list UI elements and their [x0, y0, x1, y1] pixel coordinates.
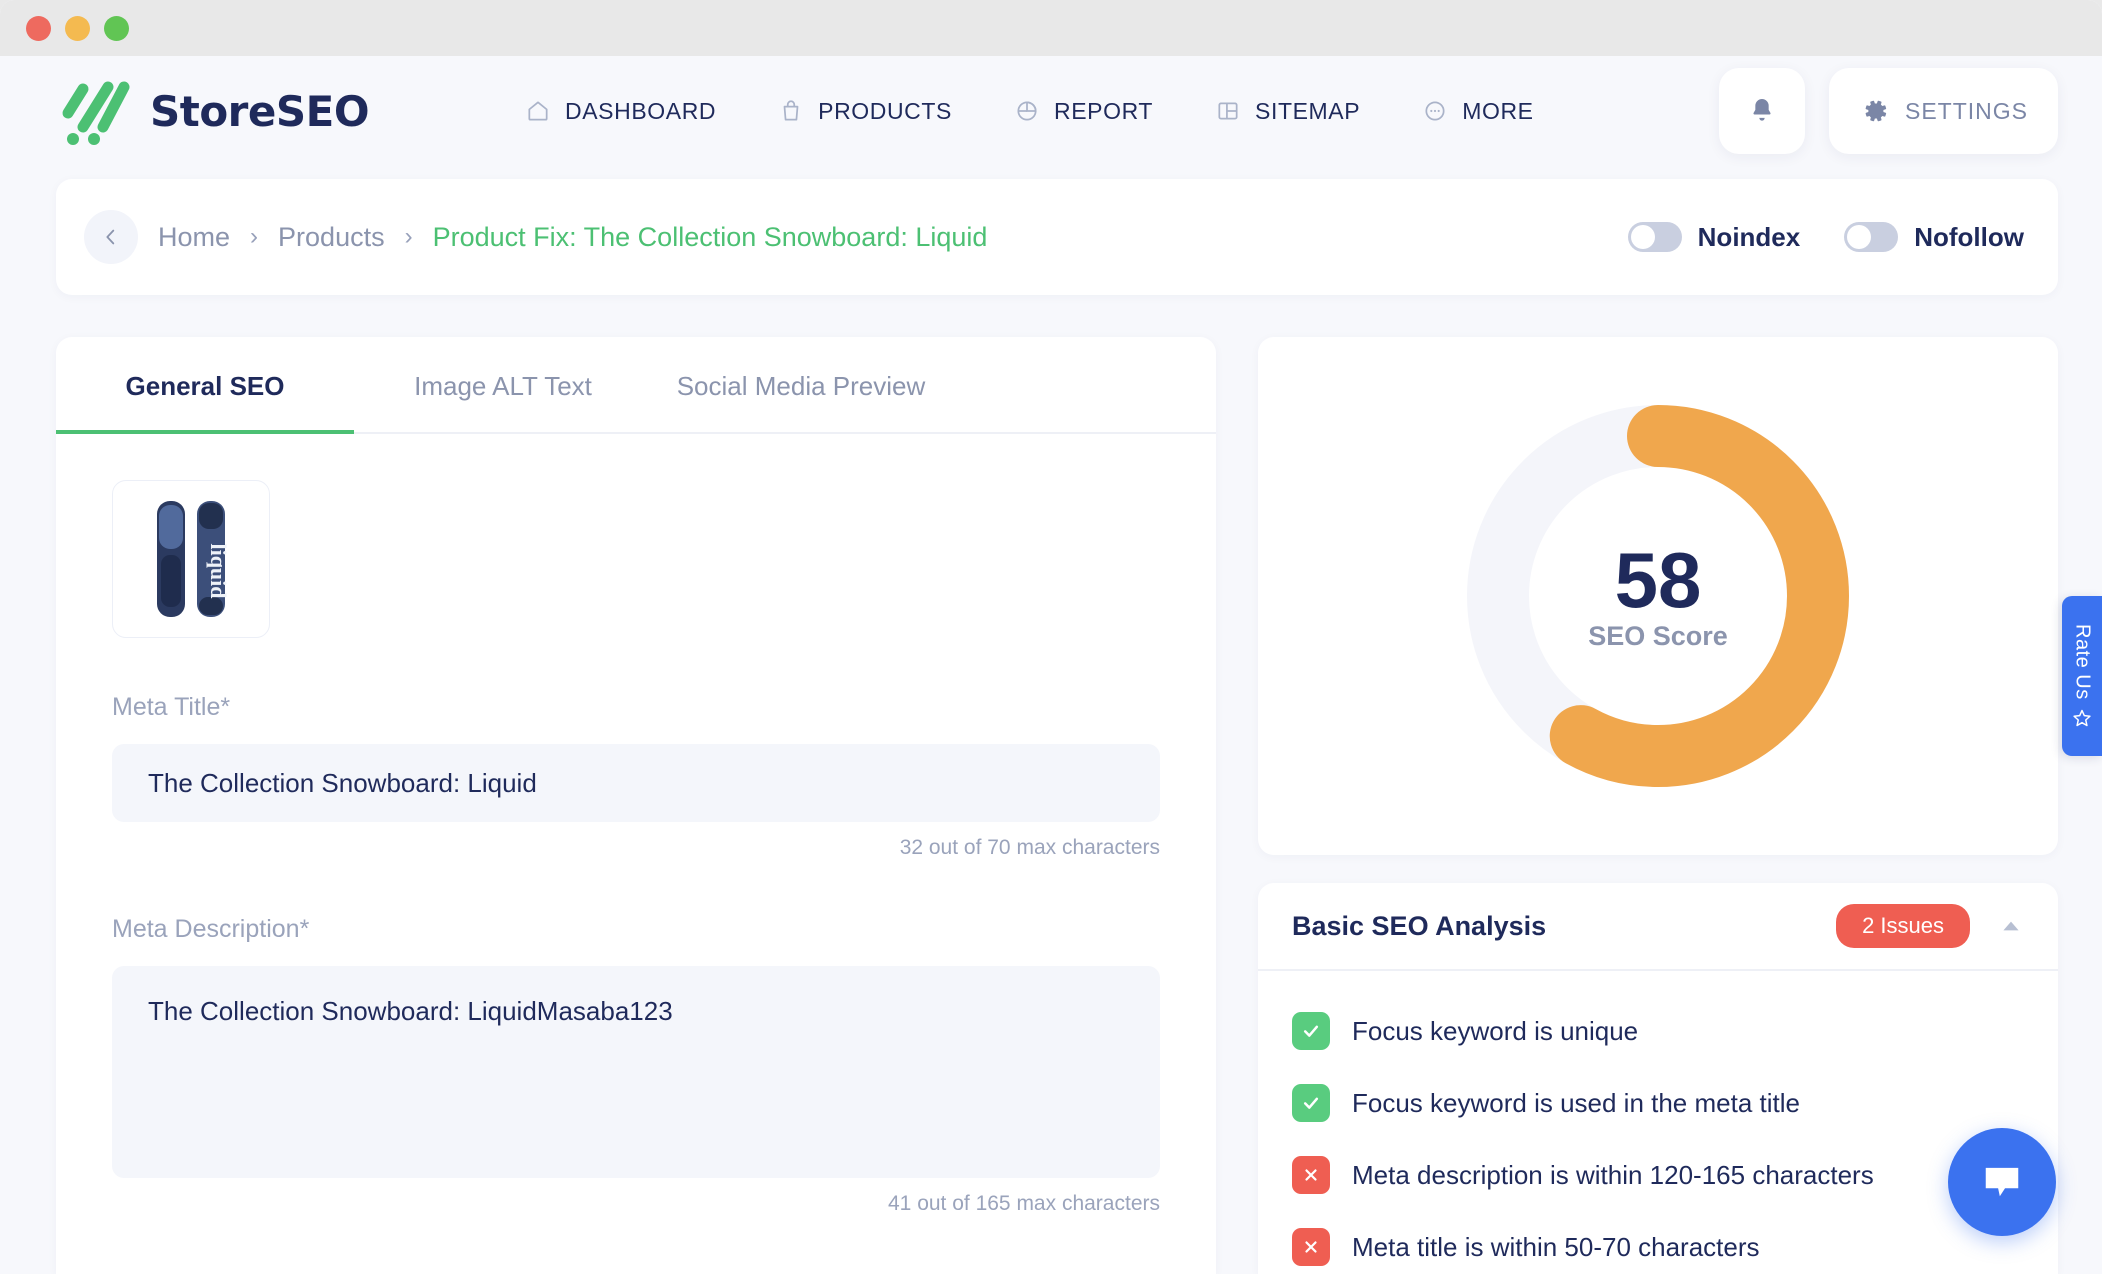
nav-item-report-label: REPORT [1054, 97, 1154, 124]
chat-widget-button[interactable] [1948, 1128, 2056, 1236]
nav-item-products-label: PRODUCTS [818, 97, 952, 124]
chat-bubble-icon [1985, 1167, 2019, 1197]
basic-seo-analysis-header: Basic SEO Analysis 2 Issues [1258, 883, 2058, 972]
tab-general-seo[interactable]: General SEO [56, 337, 354, 434]
analysis-item-label: Meta description is within 120-165 chara… [1352, 1159, 1874, 1190]
nav-item-more[interactable]: MORE [1422, 98, 1533, 125]
seo-score-caption: SEO Score [1588, 620, 1728, 651]
basic-seo-analysis-title: Basic SEO Analysis [1292, 910, 1547, 941]
issues-badge[interactable]: 2 Issues [1836, 904, 1970, 949]
nofollow-label: Nofollow [1914, 221, 2024, 252]
nav-item-products[interactable]: PRODUCTS [778, 98, 952, 125]
settings-button[interactable]: SETTINGS [1828, 68, 2058, 154]
rate-us-label: Rate Us [2071, 624, 2094, 700]
seo-score-gauge: 58 SEO Score [1465, 403, 1851, 789]
chevron-left-icon [106, 229, 115, 245]
noindex-switch-knob [1630, 225, 1655, 249]
product-thumbnail[interactable]: liquid [112, 480, 270, 638]
meta-description-counter: 41 out of 165 max characters [888, 1192, 1160, 1215]
analysis-item: Focus keyword is used in the meta title [1292, 1067, 2024, 1139]
back-button[interactable] [84, 210, 138, 264]
meta-title-input[interactable]: The Collection Snowboard: Liquid [112, 744, 1160, 822]
basic-seo-analysis-card: Basic SEO Analysis 2 Issues Focus keywor… [1258, 883, 2058, 1274]
analysis-item: Meta description is within 120-165 chara… [1292, 1139, 2024, 1211]
main-nav: DASHBOARD PRODUCTS REPORT SITEMAP MORE [525, 98, 1534, 125]
nofollow-switch-knob [1847, 225, 1872, 249]
seo-sidebar: 58 SEO Score Basic SEO Analysis 2 Issues [1258, 337, 2058, 1274]
noindex-label: Noindex [1697, 221, 1801, 252]
app-body: StoreSEO DASHBOARD PRODUCTS REPORT SITEM… [0, 56, 2102, 1274]
bell-icon [1753, 99, 1771, 121]
breadcrumb-item-products[interactable]: Products [278, 222, 385, 253]
noindex-toggle[interactable]: Noindex [1627, 221, 1801, 253]
breadcrumb: Home › Products › Product Fix: The Colle… [158, 222, 987, 253]
product-thumbnail-snowboards: liquid [157, 501, 231, 617]
status-pass-icon [1292, 1012, 1330, 1051]
home-icon [528, 101, 548, 121]
bag-icon [783, 100, 799, 121]
status-fail-icon [1292, 1228, 1330, 1267]
analysis-item: Meta title is within 50-70 characters [1292, 1211, 2024, 1274]
analysis-item-label: Focus keyword is used in the meta title [1352, 1087, 1800, 1118]
tab-bar: General SEO Image ALT Text Social Media … [56, 337, 1216, 434]
meta-title-label: Meta Title* [112, 693, 231, 721]
window-close-button[interactable] [26, 15, 51, 41]
analysis-item: Focus keyword is unique [1292, 995, 2024, 1067]
seo-score-center: 58 SEO Score [1465, 403, 1851, 789]
breadcrumb-separator: › [404, 223, 413, 250]
nav-item-sitemap-label: SITEMAP [1255, 97, 1361, 124]
nav-item-dashboard-label: DASHBOARD [565, 97, 717, 124]
meta-description-input[interactable]: The Collection Snowboard: LiquidMasaba12… [112, 966, 1160, 1178]
tab-image-alt-text[interactable]: Image ALT Text [354, 337, 652, 434]
rate-us-tab[interactable]: Rate Us [2062, 596, 2102, 756]
nav-item-more-label: MORE [1462, 97, 1534, 124]
layout-grid-icon [1218, 102, 1238, 120]
seo-score-card: 58 SEO Score [1258, 337, 2058, 856]
pie-chart-icon [1017, 101, 1037, 121]
storeseo-logo-icon [62, 81, 130, 145]
seo-form: liquid Meta Title* The Collection Snowbo… [56, 434, 1216, 1216]
nofollow-toggle[interactable]: Nofollow [1844, 222, 2024, 253]
meta-description-label: Meta Description* [112, 915, 310, 943]
tab-social-media-preview[interactable]: Social Media Preview [652, 337, 950, 434]
nav-item-sitemap[interactable]: SITEMAP [1215, 98, 1360, 125]
brand-name: StoreSEO [150, 86, 370, 136]
breadcrumb-bar: Home › Products › Product Fix: The Colle… [56, 179, 2058, 295]
meta-title-counter: 32 out of 70 max characters [899, 836, 1160, 859]
general-seo-panel: General SEO Image ALT Text Social Media … [56, 337, 1216, 1274]
chevron-up-icon[interactable] [1998, 913, 2024, 939]
window-minimize-button[interactable] [65, 15, 90, 41]
settings-button-label: SETTINGS [1904, 97, 2028, 124]
analysis-item-label: Focus keyword is unique [1352, 1015, 1639, 1046]
analysis-item-label: Meta title is within 50-70 characters [1352, 1231, 1760, 1262]
meta-robots-toggles: Noindex Nofollow [1627, 221, 2024, 253]
top-navigation-bar: StoreSEO DASHBOARD PRODUCTS REPORT SITEM… [0, 56, 2102, 166]
window-maximize-button[interactable] [104, 15, 129, 41]
nav-item-report[interactable]: REPORT [1014, 98, 1153, 125]
ellipsis-circle-icon [1425, 101, 1445, 121]
gear-icon [1865, 100, 1887, 122]
seo-score-value: 58 [1614, 535, 1702, 624]
status-pass-icon [1292, 1084, 1330, 1123]
window-titlebar [0, 0, 2102, 56]
topbar-actions: SETTINGS [1718, 68, 2058, 154]
notifications-button[interactable] [1718, 68, 1805, 154]
nofollow-switch[interactable] [1844, 222, 1899, 252]
breadcrumb-separator: › [250, 223, 259, 250]
breadcrumb-item-current: Product Fix: The Collection Snowboard: L… [432, 221, 988, 252]
brand[interactable]: StoreSEO [56, 75, 370, 147]
status-fail-icon [1292, 1156, 1330, 1195]
breadcrumb-item-home[interactable]: Home [158, 222, 230, 253]
star-icon [2073, 709, 2091, 727]
noindex-switch[interactable] [1627, 222, 1682, 252]
basic-seo-analysis-list: Focus keyword is unique Focus keyword is… [1258, 971, 2058, 1274]
app-window: StoreSEO DASHBOARD PRODUCTS REPORT SITEM… [0, 0, 2102, 1274]
nav-item-dashboard[interactable]: DASHBOARD [525, 98, 716, 125]
svg-text:liquid: liquid [206, 543, 231, 598]
main-content: General SEO Image ALT Text Social Media … [56, 337, 2058, 1274]
